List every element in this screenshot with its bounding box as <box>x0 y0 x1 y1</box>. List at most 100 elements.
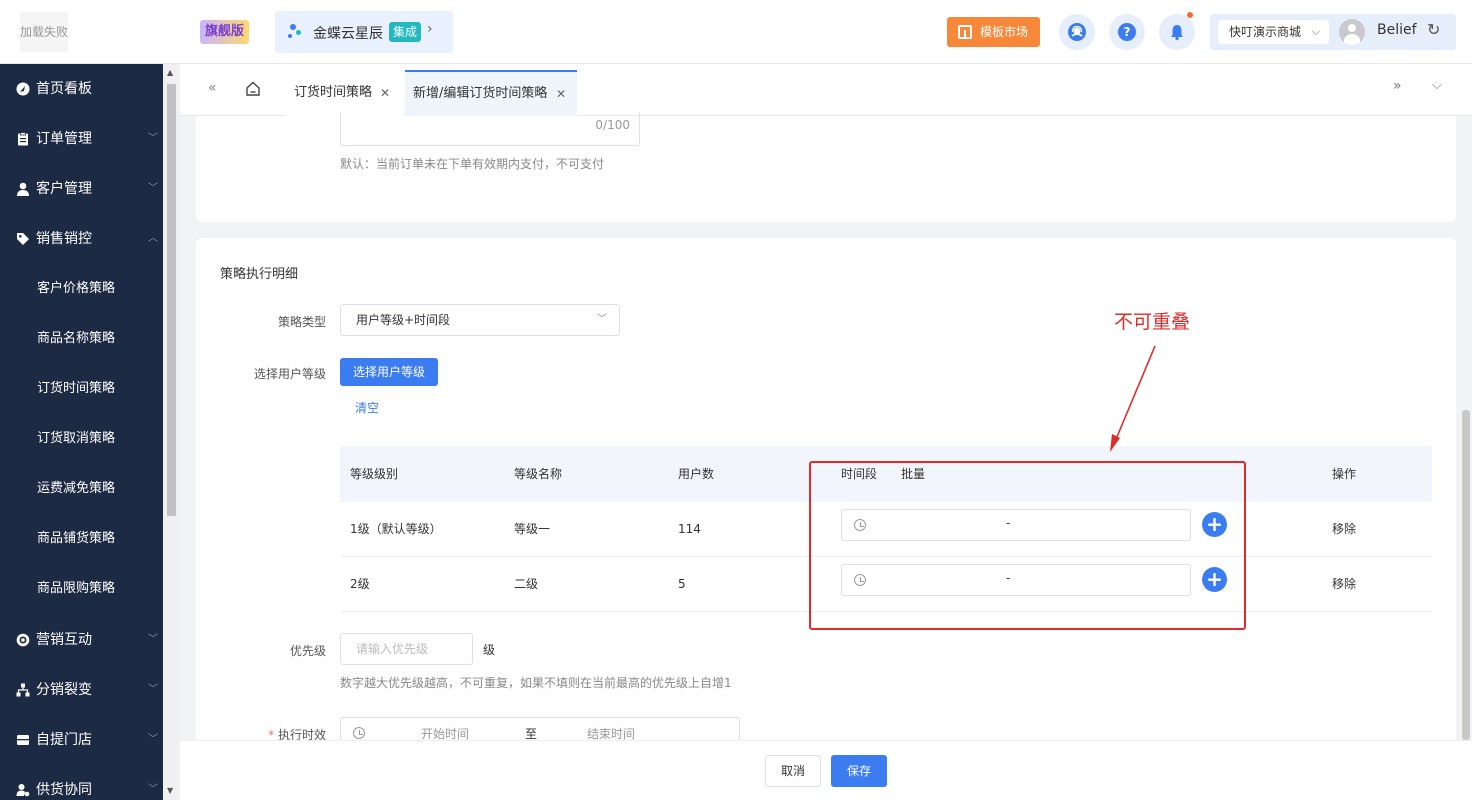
sidebar-item-label: 首页看板 <box>36 81 92 97</box>
footer-actions: 取消 保存 <box>180 740 1472 800</box>
remove-link[interactable]: 移除 <box>1332 557 1356 612</box>
sidebar-scrollbar[interactable]: ▲ ▼ <box>163 64 180 800</box>
sidebar-item-label: 自提门店 <box>36 732 92 748</box>
sidebar-subitem-customer-price[interactable]: 客户价格策略 <box>0 264 163 314</box>
brand-switcher[interactable]: 金蝶云星辰 集成 › <box>275 11 453 53</box>
store-select[interactable]: 快叮演示商城 ⌵ <box>1218 20 1329 44</box>
service-button[interactable] <box>1059 14 1095 50</box>
user-icon <box>17 182 29 196</box>
sidebar-subitem-label: 运费减免策略 <box>37 481 116 496</box>
cell-users: 114 <box>678 522 701 536</box>
sidebar-item-dashboard[interactable]: 首页看板 <box>0 64 163 114</box>
save-button[interactable]: 保存 <box>831 755 887 787</box>
store-icon <box>17 735 29 745</box>
close-icon[interactable]: ✕ <box>556 72 566 116</box>
brand-tag: 集成 <box>389 22 422 42</box>
user-level-label: 选择用户等级 <box>253 367 326 381</box>
strategy-type-value: 用户等级+时间段 <box>356 313 451 327</box>
cancel-button[interactable]: 取消 <box>765 755 821 787</box>
clipboard-icon <box>18 132 28 146</box>
chevron-down-icon: ⌵ <box>1311 25 1320 38</box>
sidebar-subitem-freight[interactable]: 运费减免策略 <box>0 464 163 514</box>
sidebar-subitem-order-time[interactable]: 订货时间策略 <box>0 364 163 414</box>
tag-icon <box>17 233 29 245</box>
priority-unit: 级 <box>483 643 496 657</box>
sidebar-item-label: 分销裂变 <box>36 682 92 698</box>
sidebar-subitem-label: 订货时间策略 <box>37 381 116 396</box>
dashboard-icon <box>16 82 30 96</box>
refresh-icon[interactable]: ↻ <box>1427 20 1440 39</box>
sidebar-item-sales-control[interactable]: 销售销控 ︿ <box>0 214 163 264</box>
sidebar-item-customers[interactable]: 客户管理 ﹀ <box>0 164 163 214</box>
chevron-down-icon: ﹀ <box>148 734 158 745</box>
top-header: 加载失败 旗舰版 金蝶云星辰 集成 › 模板市场 ? 快叮演示商城 ⌵ Beli… <box>0 0 1472 64</box>
target-icon <box>16 633 30 647</box>
priority-hint: 数字越大优先级越高，不可重复，如果不填则在当前最高的优先级上自增1 <box>340 676 732 690</box>
col-ops: 操作 <box>1332 467 1357 481</box>
remove-link[interactable]: 移除 <box>1332 502 1356 557</box>
col-level: 等级级别 <box>350 467 399 481</box>
chevron-down-icon: ﹀ <box>148 183 158 194</box>
sidebar-item-label: 客户管理 <box>36 181 92 197</box>
sidebar-subitem-order-cancel[interactable]: 订货取消策略 <box>0 414 163 464</box>
template-market-button[interactable]: 模板市场 <box>947 17 1040 47</box>
tab-label: 订货时间策略 <box>294 85 373 100</box>
sidebar-subitem-label: 商品名称策略 <box>37 331 116 346</box>
chevron-down-icon[interactable]: ⌵ <box>1432 78 1442 93</box>
notification-button[interactable] <box>1159 12 1195 50</box>
tabs-scroll-left-icon[interactable]: « <box>208 80 217 96</box>
tab-bar: « 订货时间策略 ✕ 新增/编辑订货时间策略 ✕ » ⌵ <box>180 64 1472 116</box>
sidebar-item-marketing[interactable]: 营销互动 ﹀ <box>0 615 163 665</box>
annotation-box <box>809 461 1246 630</box>
chevron-down-icon: ﹀ <box>148 634 158 645</box>
sidebar-subitem-label: 商品铺货策略 <box>37 531 116 546</box>
sidebar-subitem-label: 客户价格策略 <box>37 281 116 296</box>
tab-order-time-strategy[interactable]: 订货时间策略 ✕ <box>286 70 404 116</box>
avatar[interactable] <box>1339 19 1365 45</box>
sidebar-item-orders[interactable]: 订单管理 ﹀ <box>0 114 163 164</box>
col-name: 等级名称 <box>514 467 563 481</box>
strategy-type-select[interactable]: 用户等级+时间段 ﹀ <box>340 304 620 336</box>
sidebar-scroll-thumb[interactable] <box>167 84 176 516</box>
user-name[interactable]: Belief <box>1377 22 1417 38</box>
sidebar-item-distribution[interactable]: 分销裂变 ﹀ <box>0 665 163 715</box>
sidebar-item-pickup-store[interactable]: 自提门店 ﹀ <box>0 715 163 765</box>
help-button[interactable]: ? <box>1109 14 1145 50</box>
sidebar-item-supply[interactable]: 供货协同 ﹀ <box>0 765 163 800</box>
sidebar-item-label: 销售销控 <box>36 231 92 247</box>
notification-dot <box>1187 12 1193 18</box>
priority-input[interactable]: 请输入优先级 <box>340 633 473 665</box>
brand-logo-icon <box>288 24 304 40</box>
chevron-up-icon: ︿ <box>148 233 158 244</box>
home-icon[interactable] <box>244 80 262 98</box>
annotation-text: 不可重叠 <box>1114 311 1191 333</box>
chevron-down-icon: ﹀ <box>597 314 607 325</box>
strategy-type-label: 策略类型 <box>277 315 326 329</box>
scroll-up-icon[interactable]: ▲ <box>167 68 173 77</box>
remark-textarea[interactable]: 0/100 <box>340 112 640 146</box>
bell-icon <box>1171 25 1183 41</box>
sidebar-subitem-distribution[interactable]: 商品铺货策略 <box>0 514 163 564</box>
col-users: 用户数 <box>678 467 715 481</box>
store-select-label: 快叮演示商城 <box>1229 25 1302 39</box>
cell-level: 1级（默认等级） <box>350 522 442 536</box>
cell-name: 等级一 <box>514 522 551 536</box>
tabs-scroll-right-icon[interactable]: » <box>1393 78 1402 94</box>
sidebar-subitem-product-name[interactable]: 商品名称策略 <box>0 314 163 364</box>
basic-info-card: 0/100 默认：当前订单未在下单有效期内支付，不可支付 <box>196 112 1456 222</box>
template-market-label: 模板市场 <box>980 25 1029 39</box>
content-scrollbar[interactable] <box>1462 410 1470 740</box>
clear-link[interactable]: 清空 <box>355 399 379 416</box>
chevron-down-icon: ﹀ <box>148 784 158 795</box>
select-user-level-button[interactable]: 选择用户等级 <box>340 358 438 386</box>
scroll-down-icon[interactable]: ▼ <box>167 786 173 795</box>
priority-label: 优先级 <box>289 644 326 658</box>
sidebar-subitem-label: 商品限购策略 <box>37 581 116 596</box>
close-icon[interactable]: ✕ <box>380 70 390 116</box>
tab-edit-order-time-strategy[interactable]: 新增/编辑订货时间策略 ✕ <box>405 70 577 116</box>
help-icon: ? <box>1118 23 1136 41</box>
user-area: 快叮演示商城 ⌵ Belief ↻ <box>1210 14 1456 50</box>
sidebar-subitem-purchase-limit[interactable]: 商品限购策略 <box>0 564 163 614</box>
chevron-down-icon: ﹀ <box>148 684 158 695</box>
user-gear-icon <box>16 784 30 797</box>
